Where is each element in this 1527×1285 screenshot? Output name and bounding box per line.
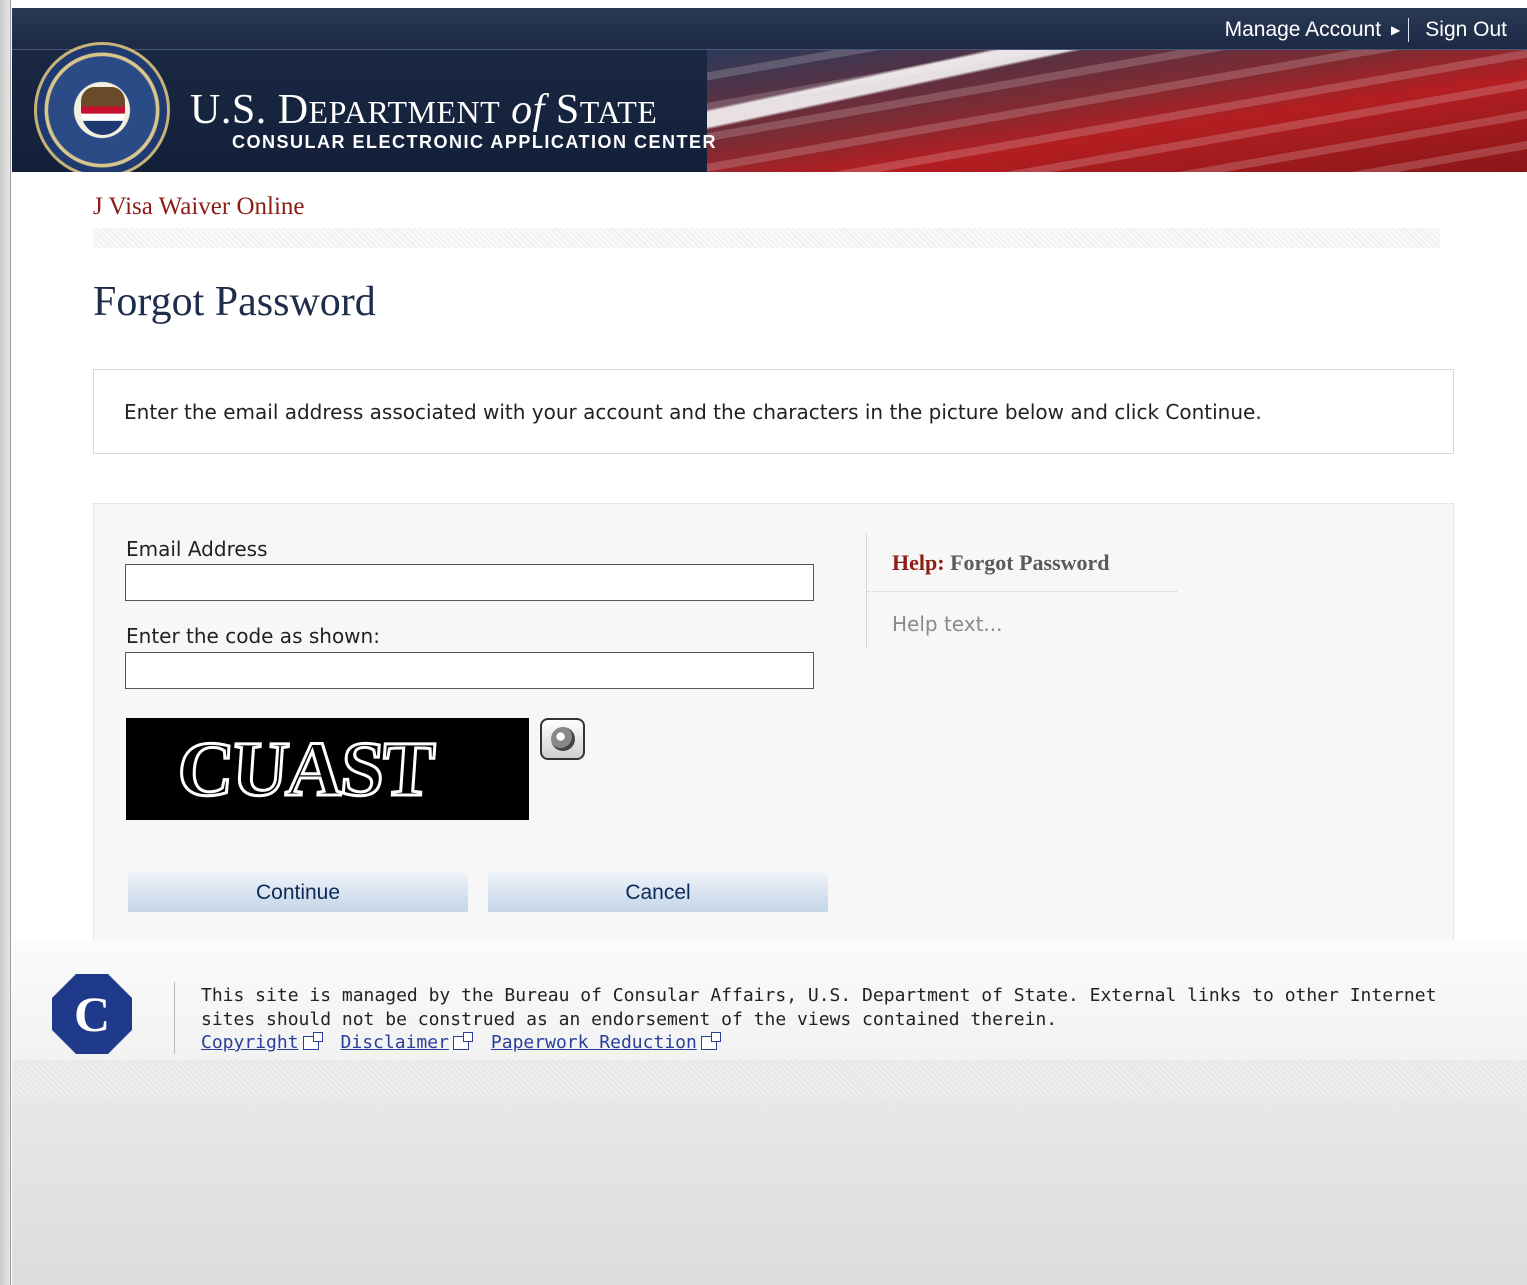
- footer-divider: [174, 982, 175, 1054]
- external-link-icon: [452, 1031, 473, 1050]
- copyright-link[interactable]: Copyright: [201, 1031, 323, 1053]
- instructions-text: Enter the email address associated with …: [124, 400, 1262, 424]
- email-field[interactable]: [125, 564, 814, 601]
- window-left-edge: [0, 0, 11, 1285]
- help-panel: Help: Forgot Password Help text...: [866, 534, 1177, 649]
- external-link-icon: [700, 1031, 721, 1050]
- captcha-image: CUAST: [126, 718, 529, 820]
- help-text: Help text...: [892, 612, 1003, 636]
- app-name-rule: [93, 228, 1440, 248]
- consular-affairs-logo-icon: C: [52, 974, 132, 1054]
- site-footer: C This site is managed by the Bureau of …: [12, 940, 1527, 1285]
- site-header: Manage Account ▶ Sign Out U.S. DEPARTMEN…: [12, 8, 1527, 172]
- eagle-icon: [81, 87, 125, 135]
- instructions-box: Enter the email address associated with …: [93, 369, 1454, 454]
- captcha-code-field[interactable]: [125, 652, 814, 689]
- forgot-password-form: Email Address Enter the code as shown: C…: [93, 503, 1454, 943]
- top-bar: Manage Account ▶ Sign Out: [12, 8, 1527, 50]
- app-name: J Visa Waiver Online: [93, 193, 305, 220]
- cancel-button[interactable]: Cancel: [488, 873, 828, 912]
- page-title: Forgot Password: [93, 279, 376, 325]
- manage-account-link[interactable]: Manage Account: [1225, 18, 1381, 42]
- captcha-text: CUAST: [173, 724, 436, 814]
- paperwork-reduction-link[interactable]: Paperwork Reduction: [491, 1031, 721, 1053]
- speaker-icon: [550, 727, 575, 751]
- logo-letter: C: [73, 986, 111, 1042]
- footer-text: This site is managed by the Bureau of Co…: [201, 985, 1437, 1030]
- continue-button[interactable]: Continue: [128, 873, 468, 912]
- flag-banner: [707, 50, 1527, 172]
- audio-captcha-button[interactable]: [540, 718, 585, 760]
- brand-subtitle: CONSULAR ELECTRONIC APPLICATION CENTER: [232, 132, 718, 152]
- triangle-right-icon: ▶: [1391, 23, 1401, 37]
- help-divider: [867, 591, 1177, 592]
- help-title: Help: Forgot Password: [892, 550, 1110, 575]
- footer-links: Copyright Disclaimer Paperwork Reduction: [201, 1031, 739, 1053]
- external-link-icon: [302, 1031, 323, 1050]
- brand-title: U.S. DEPARTMENT of STATE: [190, 87, 658, 133]
- email-label: Email Address: [126, 537, 268, 561]
- disclaimer-link[interactable]: Disclaimer: [341, 1031, 473, 1053]
- nav-separator: [1408, 18, 1410, 42]
- code-label: Enter the code as shown:: [126, 624, 380, 648]
- department-seal-icon: [34, 42, 170, 172]
- sign-out-link[interactable]: Sign Out: [1425, 18, 1507, 42]
- footer-band: [12, 1060, 1527, 1098]
- top-nav: Manage Account ▶ Sign Out: [1225, 18, 1507, 42]
